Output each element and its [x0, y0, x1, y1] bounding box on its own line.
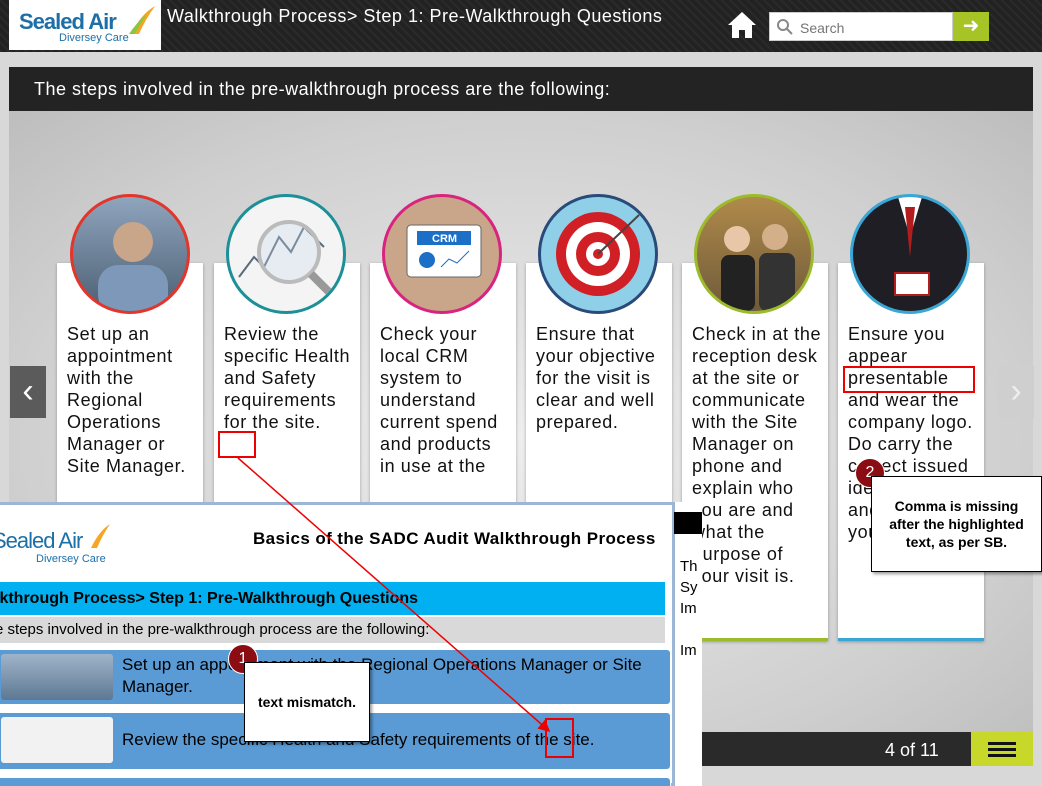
logo-swoosh-icon	[129, 6, 155, 34]
menu-button[interactable]	[971, 732, 1033, 766]
search-icon	[777, 19, 793, 35]
highlight-box-for	[218, 431, 256, 458]
chevron-right-icon: ›	[1010, 372, 1022, 410]
panel-black-tab	[674, 512, 702, 534]
panel-side-text: Th	[680, 558, 698, 575]
intro-banner: The steps involved in the pre-walkthroug…	[9, 67, 1033, 111]
storyboard-panel: Sealed Air Diversey Care Basics of the S…	[0, 502, 702, 786]
hamburger-icon-bar	[988, 742, 1016, 745]
reception-people-icon	[721, 224, 795, 311]
home-icon[interactable]	[726, 10, 758, 40]
reception-desk-image	[694, 194, 814, 314]
person-on-phone-icon	[98, 222, 168, 311]
chevron-left-icon: ‹	[22, 372, 34, 410]
hamburger-icon-bar	[988, 748, 1016, 751]
panel-side-text: Sy	[680, 579, 698, 596]
next-button[interactable]: ›	[998, 366, 1034, 418]
svg-text:CRM: CRM	[432, 233, 457, 245]
logo: Sealed Air Diversey Care	[9, 0, 161, 50]
panel-logo-swoosh-icon	[91, 524, 110, 548]
header-bar: Sealed Air Diversey Care Walkthrough Pro…	[0, 0, 1042, 52]
search-input[interactable]	[798, 17, 952, 39]
annotation-callout-2: Comma is missing after the highlighted t…	[871, 476, 1042, 572]
page-counter: 4 of 11	[885, 740, 939, 760]
step-card-5: Check in at the reception desk at the si…	[682, 263, 828, 641]
highlight-box-presentable	[843, 366, 975, 393]
magnifier-chart-icon	[238, 220, 336, 299]
phone-call-image	[70, 194, 190, 314]
panel-row-3	[0, 777, 671, 786]
target-image	[538, 194, 658, 314]
page-title: Walkthrough Process> Step 1: Pre-Walkthr…	[167, 6, 663, 26]
target-icon	[556, 212, 640, 296]
arrow-right-icon: ➜	[962, 15, 980, 37]
step-card-6: Ensure you appear presentable and wear t…	[838, 263, 984, 641]
panel-logo-main: Sealed Air	[0, 528, 83, 553]
panel-logo-sub: Diversey Care	[36, 553, 106, 565]
crm-tablet-image: CRM	[382, 194, 502, 314]
magnifier-chart-image	[226, 194, 346, 314]
panel-intro: e steps involved in the pre-walkthrough …	[0, 617, 665, 643]
panel-side-text: Im	[680, 642, 697, 659]
id-badge-icon	[894, 197, 930, 296]
panel-side-text: Im	[680, 600, 697, 617]
hamburger-icon-bar	[988, 754, 1016, 757]
panel-step-title: lkthrough Process> Step 1: Pre-Walkthrou…	[0, 582, 665, 615]
crm-tablet-icon: CRM	[406, 224, 482, 278]
panel-thumb-phone	[1, 654, 113, 700]
annotation-callout-1: text mismatch.	[244, 662, 370, 742]
previous-button[interactable]: ‹	[10, 366, 46, 418]
panel-thumb-magnifier	[1, 717, 113, 763]
id-badge-image	[850, 194, 970, 314]
panel-title: Basics of the SADC Audit Walkthrough Pro…	[253, 529, 656, 548]
logo-sub-text: Diversey Care	[59, 32, 129, 44]
search-go-button[interactable]: ➜	[953, 12, 989, 41]
search-box[interactable]	[769, 12, 953, 41]
panel-row-text: Set up an appointment with the Regional …	[122, 655, 642, 696]
highlight-box-of	[545, 718, 574, 758]
